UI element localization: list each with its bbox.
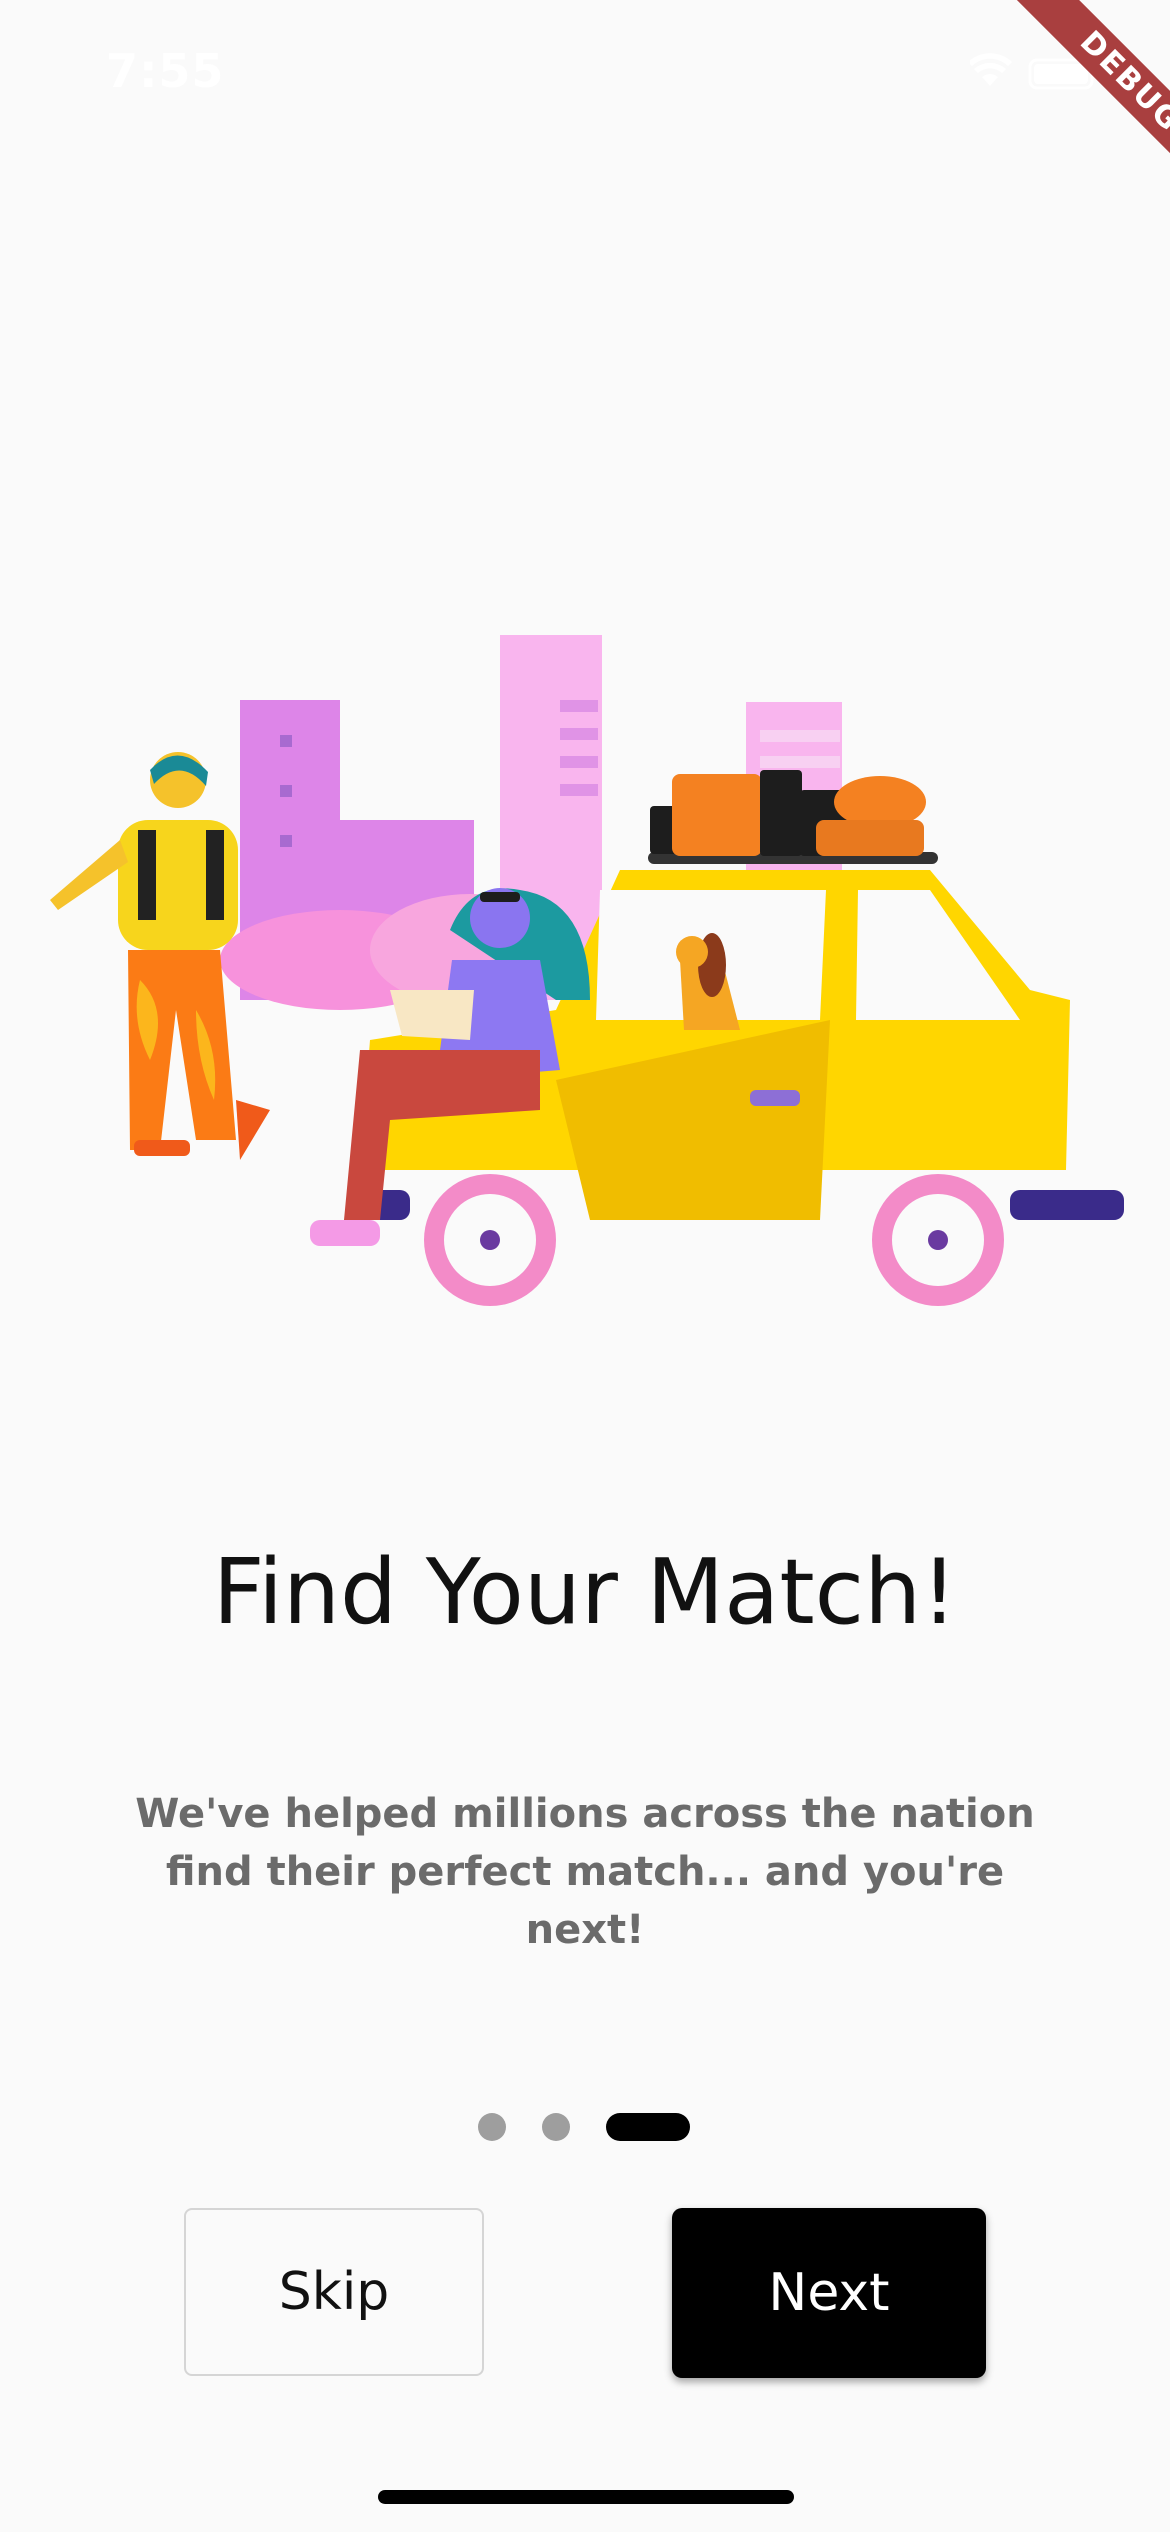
- skip-button[interactable]: Skip: [184, 2208, 484, 2376]
- next-button[interactable]: Next: [672, 2208, 986, 2378]
- page-subtitle: We've helped millions across the nation …: [135, 1791, 1035, 1953]
- status-bar: 7:55: [0, 0, 1170, 140]
- car-wheel-front: [424, 1174, 556, 1306]
- travel-car-illustration: [0, 580, 1170, 1340]
- home-indicator[interactable]: [378, 2490, 794, 2504]
- page-indicator-dot-2[interactable]: [542, 2113, 570, 2141]
- car-wheel-rear: [872, 1174, 1004, 1306]
- page-indicator-dot-3-active[interactable]: [606, 2113, 690, 2141]
- battery-icon: [1028, 58, 1099, 90]
- status-icons: [968, 50, 1110, 94]
- page-indicator[interactable]: [478, 2112, 690, 2142]
- page-indicator-dot-1[interactable]: [478, 2113, 506, 2141]
- status-time: 7:55: [106, 44, 225, 98]
- wifi-icon: [968, 53, 1012, 86]
- page-title: Find Your Match!: [212, 1540, 958, 1645]
